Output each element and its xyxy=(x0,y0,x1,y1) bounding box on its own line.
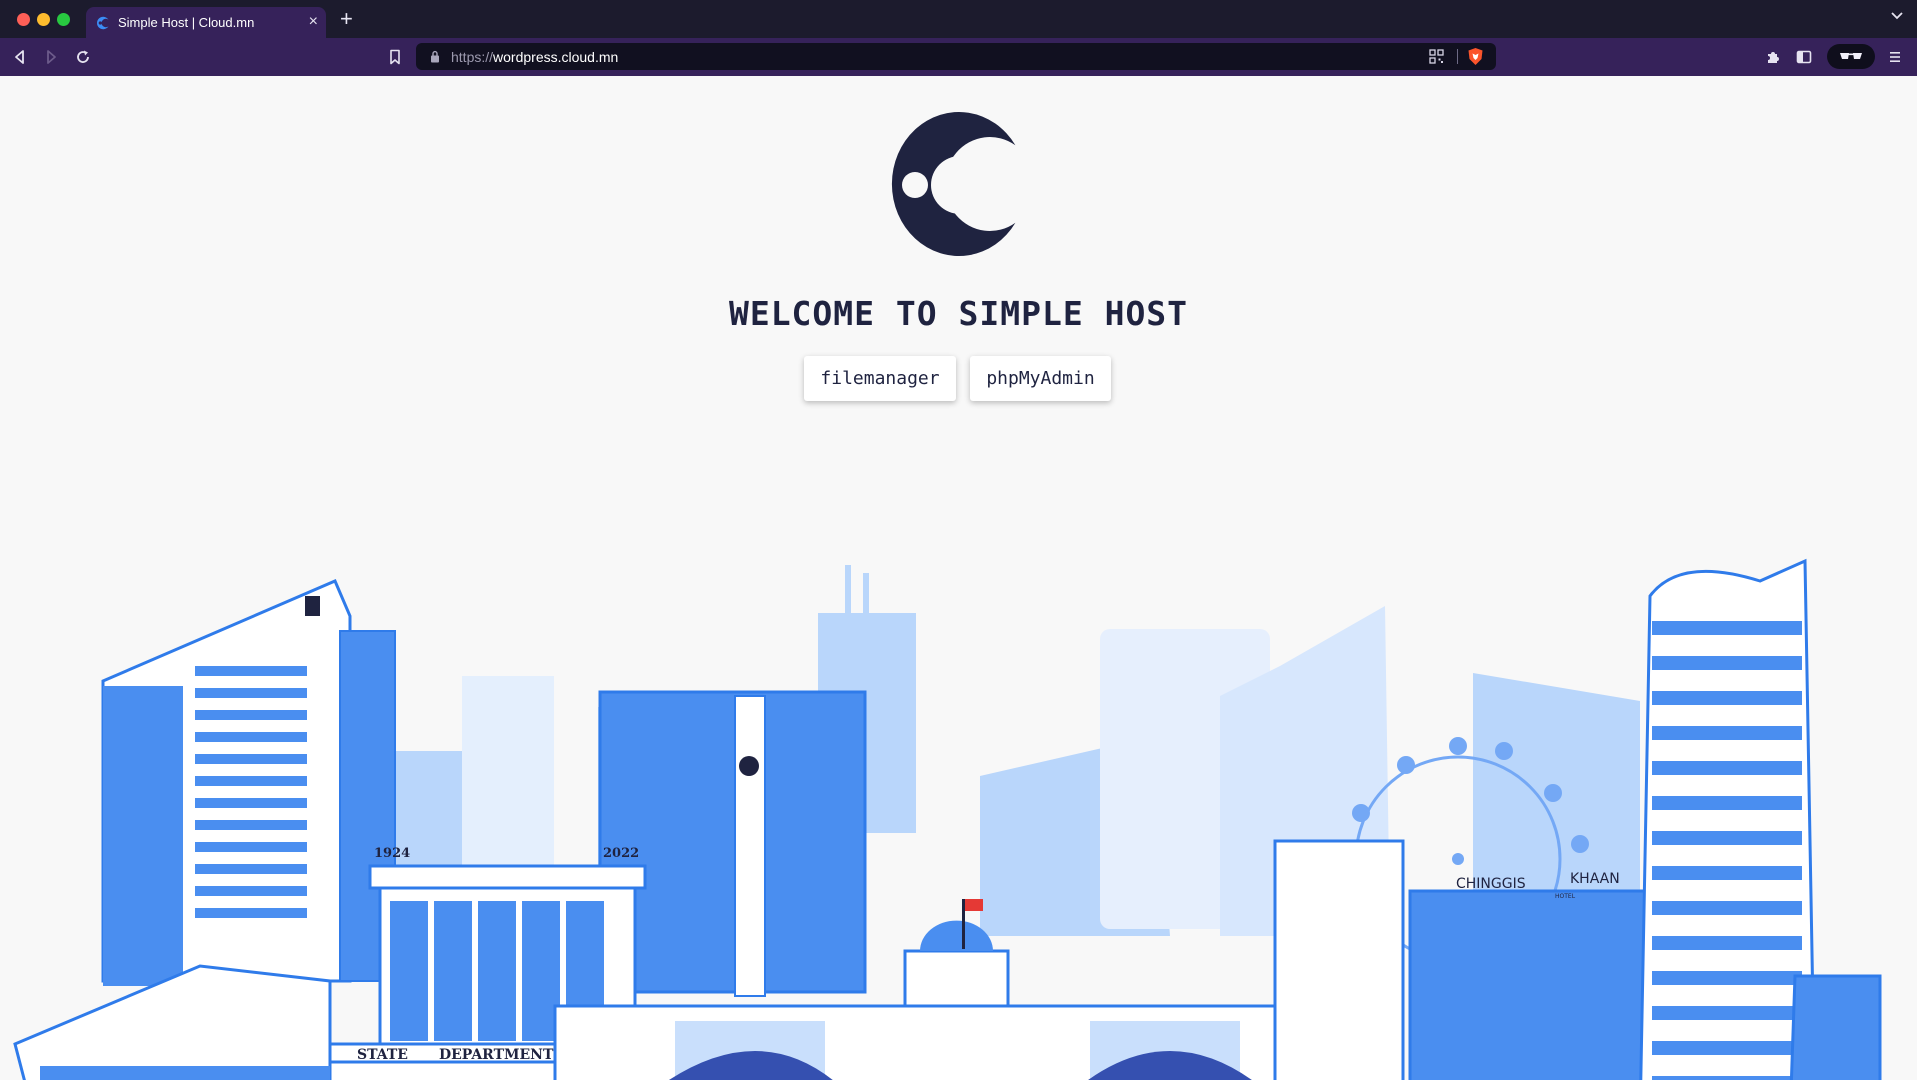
simple-host-logo-icon xyxy=(891,112,1016,256)
chinggis-khaan-hotel: CHINGGIS KHAAN HOTEL xyxy=(1273,839,1652,1080)
year-2022: 2022 xyxy=(603,846,639,861)
extensions-icon[interactable] xyxy=(1764,48,1782,66)
cloud-favicon-icon xyxy=(96,16,109,30)
private-glasses-icon xyxy=(1840,53,1862,59)
department-label: DEPARTMENT xyxy=(439,1047,554,1063)
hotel-name-left: CHINGGIS xyxy=(1456,876,1526,892)
window-maximize-button[interactable] xyxy=(57,13,70,26)
browser-tab[interactable]: Simple Host | Cloud.mn × xyxy=(86,7,326,38)
qr-code-icon[interactable] xyxy=(1429,49,1444,64)
tab-title: Simple Host | Cloud.mn xyxy=(118,15,255,30)
brave-shield-icon[interactable] xyxy=(1467,47,1484,66)
filemanager-button[interactable]: filemanager xyxy=(804,356,956,401)
url-text[interactable]: https://wordpress.cloud.mn xyxy=(451,49,618,65)
back-icon[interactable] xyxy=(11,48,29,66)
phpmyadmin-button[interactable]: phpMyAdmin xyxy=(970,356,1111,401)
url-host: wordpress.cloud.mn xyxy=(493,49,619,65)
url-scheme: https:// xyxy=(451,49,494,65)
reload-icon[interactable] xyxy=(74,48,92,66)
url-separator xyxy=(1457,49,1458,64)
tab-list-chevron-icon[interactable] xyxy=(1891,12,1903,20)
center-office xyxy=(598,690,867,997)
window-close-button[interactable] xyxy=(17,13,30,26)
private-window-indicator[interactable] xyxy=(1827,44,1875,69)
state-label: STATE xyxy=(357,1047,408,1063)
welcome-heading: WELCOME TO SIMPLE HOST xyxy=(728,294,1189,333)
arena-dome xyxy=(13,964,332,1080)
address-bar[interactable]: https://wordpress.cloud.mn xyxy=(416,43,1496,70)
web-page: WELCOME TO SIMPLE HOST filemanager phpMy… xyxy=(0,76,1917,1080)
hotel-sub: HOTEL xyxy=(1555,893,1576,900)
forward-icon[interactable] xyxy=(42,48,60,66)
bookmark-icon[interactable] xyxy=(386,48,404,66)
window-minimize-button[interactable] xyxy=(37,13,50,26)
new-tab-button[interactable]: + xyxy=(340,8,353,30)
city-skyline-illustration: 1924 2022 STATE DEPARTMENT CHINGGIS KHAA… xyxy=(13,558,1882,1080)
menu-icon[interactable] xyxy=(1886,48,1904,66)
year-1924: 1924 xyxy=(374,846,410,861)
right-tower xyxy=(1639,558,1882,1080)
sidebar-icon[interactable] xyxy=(1795,48,1813,66)
left-tower xyxy=(101,579,396,986)
tab-bar: Simple Host | Cloud.mn × + xyxy=(0,0,1917,38)
tab-close-button[interactable]: × xyxy=(309,13,318,31)
browser-toolbar: https://wordpress.cloud.mn xyxy=(0,38,1917,76)
lock-icon[interactable] xyxy=(430,50,440,63)
hotel-name-right: KHAAN xyxy=(1570,871,1620,887)
